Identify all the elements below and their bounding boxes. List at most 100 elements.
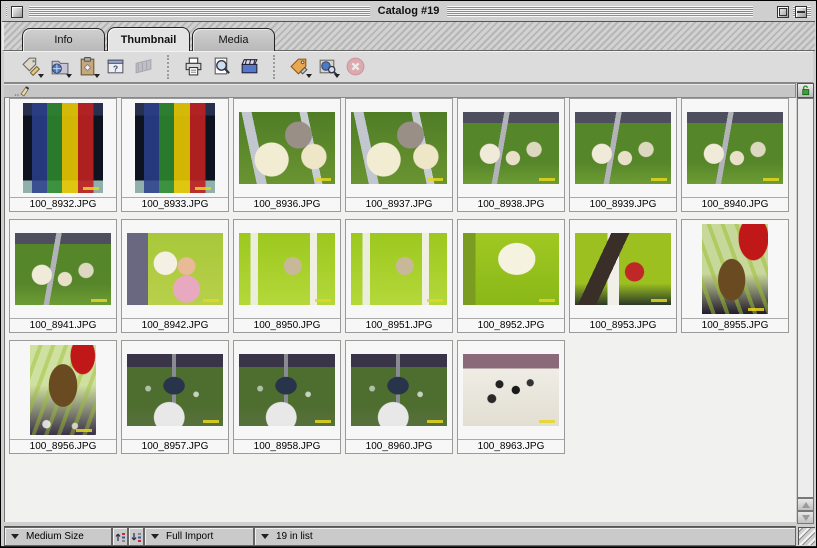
- tab-info-label: Info: [54, 34, 72, 46]
- label-tag-icon[interactable]: [286, 53, 313, 80]
- thumbnail-image: [239, 354, 335, 426]
- thumbnail-filename: 100_8952.JPG: [458, 318, 564, 332]
- pencil-icon: [14, 85, 30, 97]
- size-menu[interactable]: Medium Size: [4, 527, 112, 546]
- sort-descending-icon[interactable]: [128, 527, 144, 546]
- thumbnail-filename: 100_8937.JPG: [346, 197, 452, 211]
- thumbnail-image: [351, 112, 447, 184]
- thumbnail-cell[interactable]: 100_8960.JPG: [345, 340, 453, 454]
- thumbnail-image: [351, 233, 447, 305]
- lock-button[interactable]: [797, 83, 814, 98]
- thumbnail-cell[interactable]: 100_8963.JPG: [457, 340, 565, 454]
- collapse-box-icon[interactable]: [795, 6, 807, 18]
- thumbnail-image: [30, 345, 96, 435]
- vertical-scrollbar[interactable]: [797, 98, 814, 498]
- thumbnail-cell[interactable]: 100_8937.JPG: [345, 98, 453, 212]
- thumbnail-cell[interactable]: 100_8938.JPG: [457, 98, 565, 212]
- size-menu-label: Medium Size: [26, 531, 84, 542]
- zoom-box-icon[interactable]: [777, 6, 789, 18]
- thumbnail-image: [127, 233, 223, 305]
- thumbnail-cell[interactable]: 100_8957.JPG: [121, 340, 229, 454]
- chevron-down-icon: [261, 534, 269, 539]
- tab-media[interactable]: Media: [192, 28, 275, 51]
- window-titlebar[interactable]: Catalog #19: [2, 2, 815, 22]
- import-menu[interactable]: Full Import: [144, 527, 254, 546]
- tab-thumbnail[interactable]: Thumbnail: [107, 27, 190, 51]
- thumbnail-cell[interactable]: 100_8951.JPG: [345, 219, 453, 333]
- thumbnail-image: [15, 233, 111, 305]
- item-count-label: 19 in list: [276, 531, 313, 542]
- find-page-icon[interactable]: [208, 53, 235, 80]
- tab-info[interactable]: Info: [22, 28, 105, 51]
- tab-thumbnail-label: Thumbnail: [121, 34, 177, 46]
- thumbnail-cell[interactable]: 100_8955.JPG: [681, 219, 789, 333]
- thumbnail-filename: 100_8940.JPG: [682, 197, 788, 211]
- thumbnail-image: [575, 233, 671, 305]
- clapboard-icon[interactable]: [236, 53, 263, 80]
- thumbnail-cell[interactable]: 100_8958.JPG: [233, 340, 341, 454]
- chevron-down-icon: [11, 534, 19, 539]
- thumbnail-image: [23, 103, 103, 193]
- thumbnail-filename: 100_8950.JPG: [234, 318, 340, 332]
- thumbnail-cell[interactable]: 100_8940.JPG: [681, 98, 789, 212]
- info-window-icon[interactable]: ?: [102, 53, 129, 80]
- thumbnail-cell[interactable]: 100_8933.JPG: [121, 98, 229, 212]
- thumbnail-filename: 100_8936.JPG: [234, 197, 340, 211]
- thumbnail-cell[interactable]: 100_8936.JPG: [233, 98, 341, 212]
- thumbnail-cell[interactable]: 100_8950.JPG: [233, 219, 341, 333]
- filmstrip-icon[interactable]: [130, 53, 157, 80]
- toolbar: ?: [4, 51, 813, 83]
- print-icon[interactable]: [180, 53, 207, 80]
- thumbnail-image: [463, 233, 559, 305]
- toolbar-separator: [167, 55, 171, 79]
- chevron-down-icon: [151, 534, 159, 539]
- thumbnail-cell[interactable]: 100_8932.JPG: [9, 98, 117, 212]
- close-box-icon[interactable]: [11, 6, 23, 18]
- item-count-menu[interactable]: 19 in list: [254, 527, 796, 546]
- delete-icon[interactable]: [342, 53, 369, 80]
- clipboard-icon[interactable]: [74, 53, 101, 80]
- sort-ascending-icon[interactable]: [112, 527, 128, 546]
- edit-tag-icon[interactable]: [18, 53, 45, 80]
- thumbnail-image: [463, 112, 559, 184]
- thumbnail-filename: 100_8955.JPG: [682, 318, 788, 332]
- thumbnail-image: [239, 112, 335, 184]
- thumbnail-cell[interactable]: 100_8942.JPG: [121, 219, 229, 333]
- thumbnail-filename: 100_8933.JPG: [122, 197, 228, 211]
- thumbnail-row: 100_8941.JPG 100_8942.JPG 100_8950.JPG 1…: [7, 219, 796, 333]
- thumbnail-image: [351, 354, 447, 426]
- thumbnail-cell[interactable]: 100_8956.JPG: [9, 340, 117, 454]
- tab-bar: Info Thumbnail Media: [2, 22, 815, 51]
- thumbnail-image: [575, 112, 671, 184]
- thumbnail-filename: 100_8932.JPG: [10, 197, 116, 211]
- unlocked-icon: [800, 85, 811, 96]
- globe-search-icon[interactable]: [314, 53, 341, 80]
- thumbnail-filename: 100_8963.JPG: [458, 439, 564, 453]
- tab-media-label: Media: [219, 34, 249, 46]
- thumbnail-filename: 100_8957.JPG: [122, 439, 228, 453]
- status-bar: Medium Size Full Import 19 in list: [4, 526, 796, 545]
- resize-grip[interactable]: [798, 527, 815, 545]
- scroll-down-icon[interactable]: [797, 511, 814, 524]
- thumbnail-cell[interactable]: 100_8941.JPG: [9, 219, 117, 333]
- thumbnail-cell[interactable]: 100_8952.JPG: [457, 219, 565, 333]
- thumbnail-image: [135, 103, 215, 193]
- thumbnail-row: 100_8932.JPG 100_8933.JPG 100_8936.JPG 1…: [7, 98, 796, 212]
- folder-globe-icon[interactable]: [46, 53, 73, 80]
- view-header-strip: [4, 83, 796, 98]
- catalog-window: Catalog #19 Info Thumbnail Media ?: [0, 0, 817, 548]
- thumbnail-filename: 100_8938.JPG: [458, 197, 564, 211]
- thumbnail-image: [463, 354, 559, 426]
- thumbnail-image: [127, 354, 223, 426]
- import-menu-label: Full Import: [166, 531, 213, 542]
- thumbnail-filename: 100_8941.JPG: [10, 318, 116, 332]
- scroll-up-icon[interactable]: [797, 498, 814, 511]
- thumbnail-filename: 100_8953.JPG: [570, 318, 676, 332]
- thumbnail-filename: 100_8956.JPG: [10, 439, 116, 453]
- thumbnail-cell[interactable]: 100_8953.JPG: [569, 219, 677, 333]
- thumbnail-image: [239, 233, 335, 305]
- thumbnail-grid: 100_8932.JPG 100_8933.JPG 100_8936.JPG 1…: [4, 98, 796, 522]
- svg-text:?: ?: [113, 64, 118, 74]
- thumbnail-cell[interactable]: 100_8939.JPG: [569, 98, 677, 212]
- thumbnail-filename: 100_8960.JPG: [346, 439, 452, 453]
